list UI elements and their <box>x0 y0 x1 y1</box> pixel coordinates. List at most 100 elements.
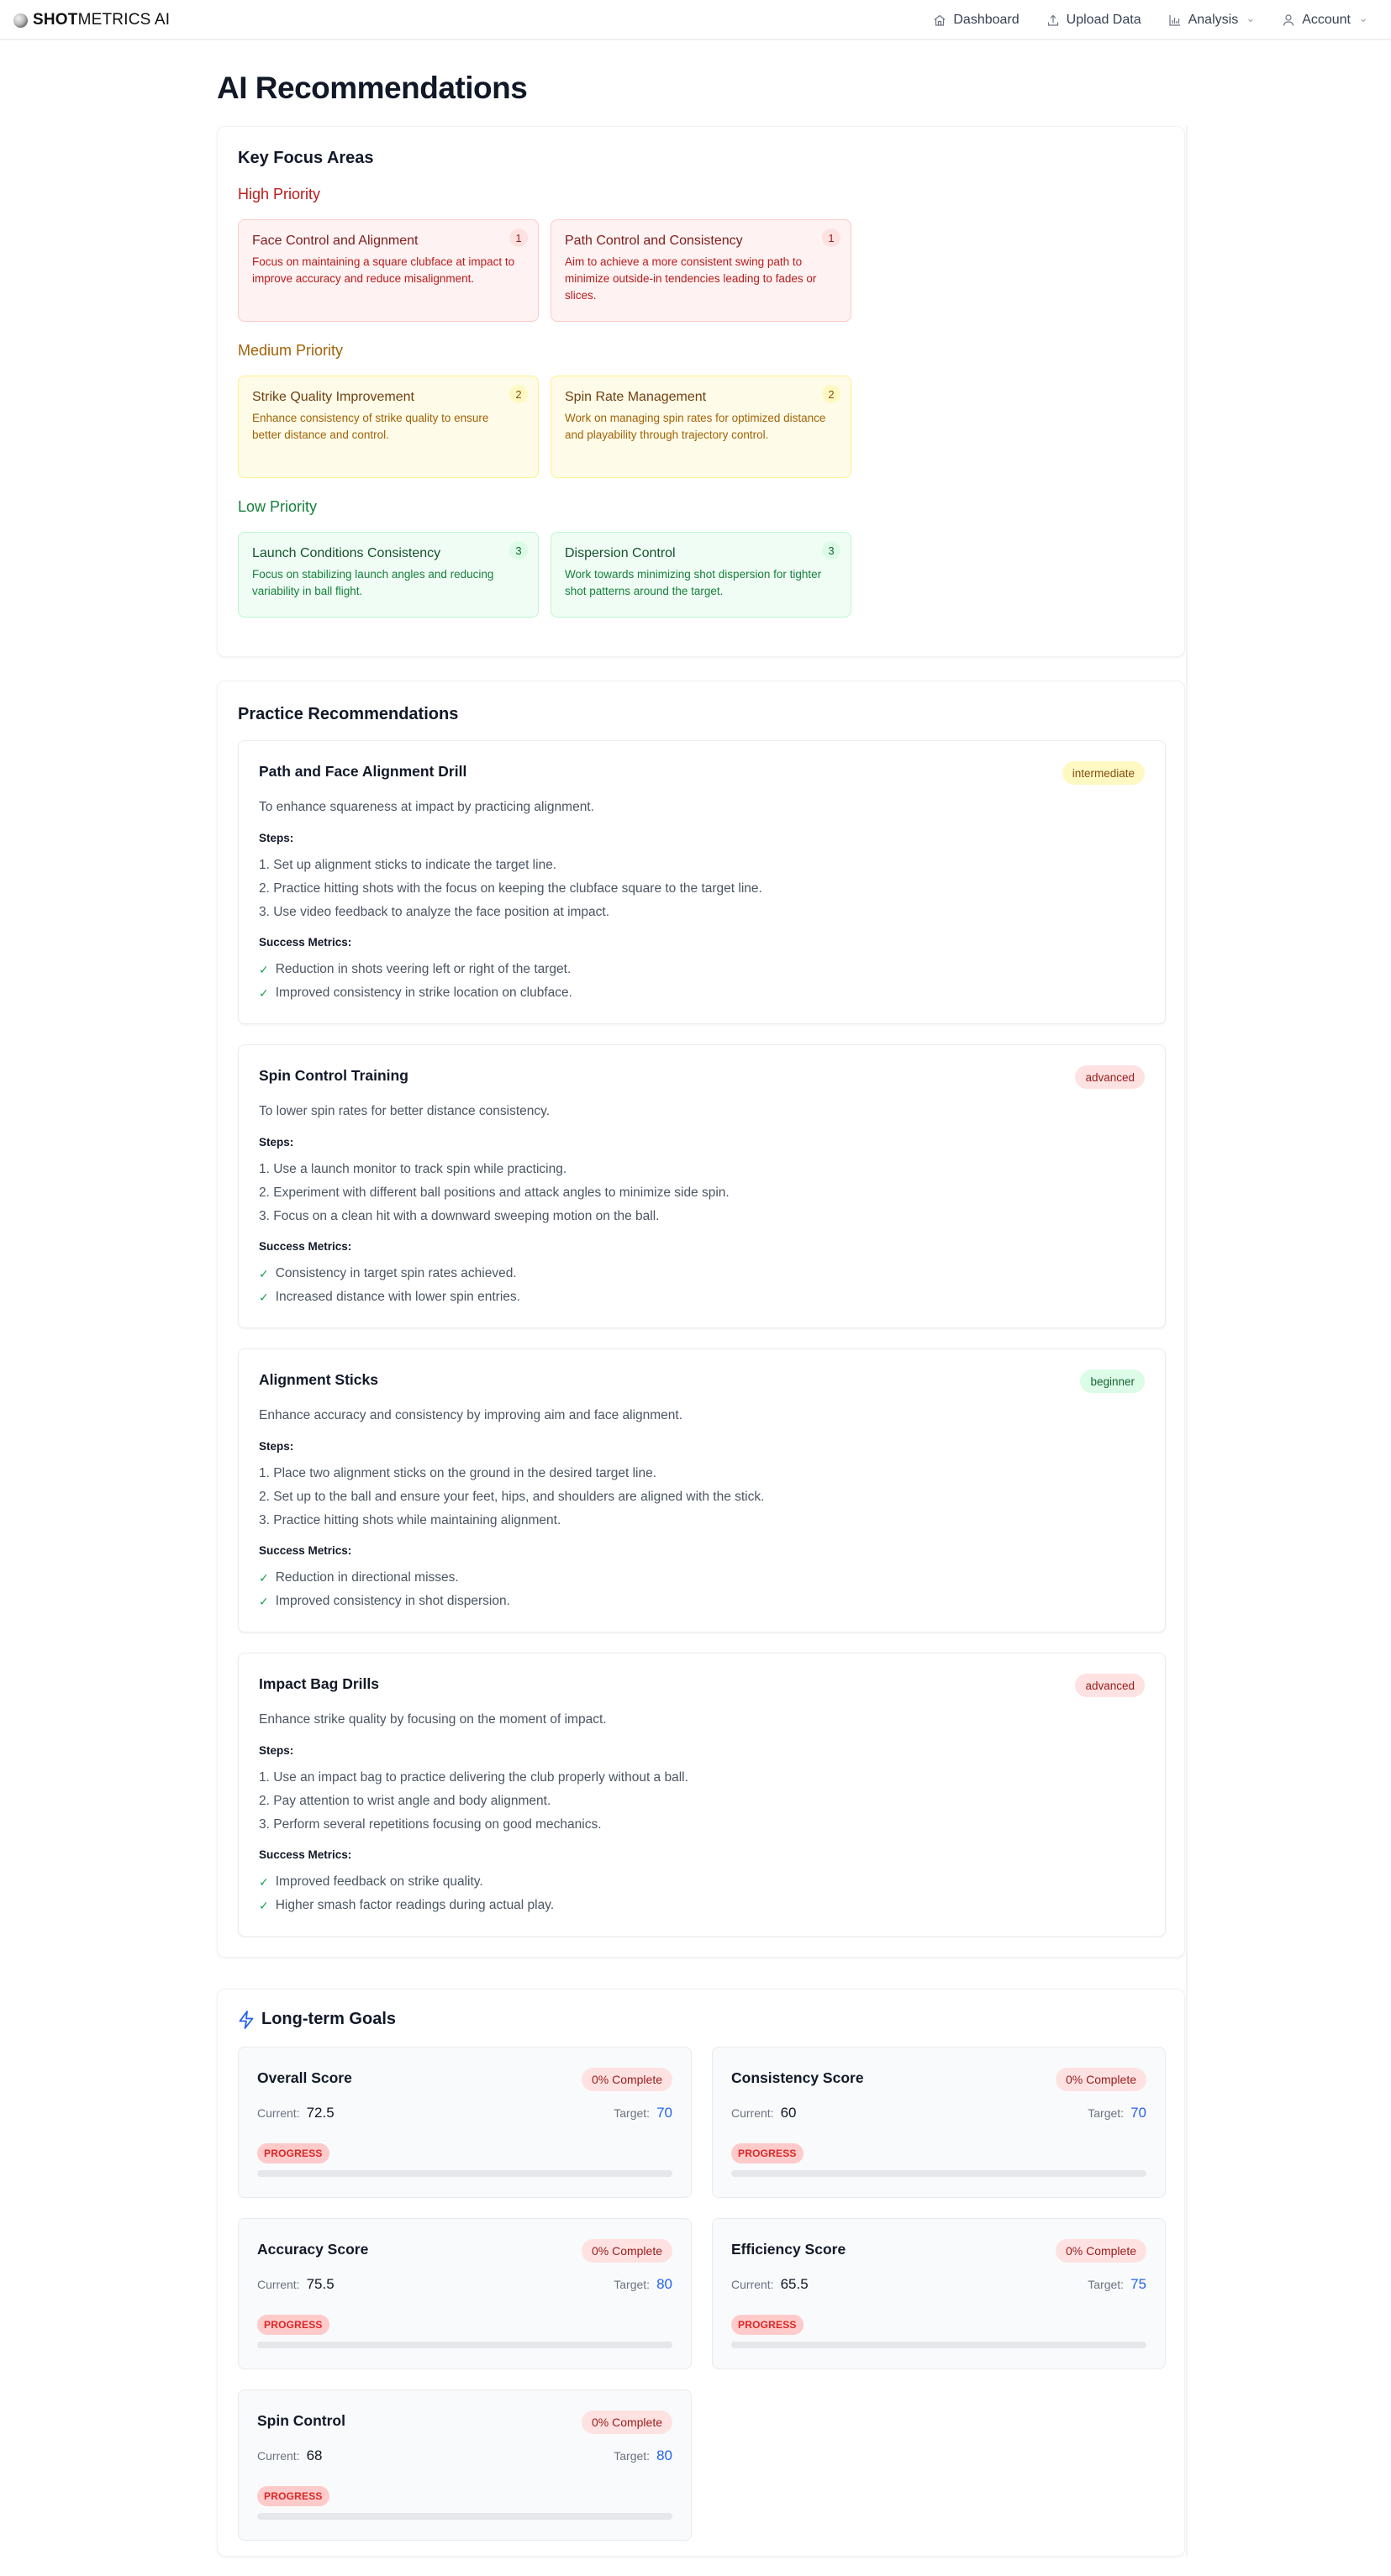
goal-card: Accuracy Score 0% Complete Current: 75.5 … <box>238 2218 692 2369</box>
completion-badge: 0% Complete <box>581 2068 672 2091</box>
goal-name: Accuracy Score <box>257 2241 369 2258</box>
drill-title: Impact Bag Drills <box>259 1675 379 1692</box>
metric-item: ✓ Improved feedback on strike quality. <box>259 1870 554 1894</box>
nav-account[interactable]: Account <box>1282 13 1367 28</box>
success-metrics-label: Success Metrics: <box>259 936 352 949</box>
current-value: 72.5 <box>306 2105 335 2121</box>
steps-list: 1. Place two alignment sticks on the gro… <box>259 1462 764 1532</box>
progress-badge: PROGRESS <box>731 2315 804 2335</box>
progress-badge: PROGRESS <box>731 2143 804 2163</box>
focus-card-title: Dispersion Control <box>565 546 676 560</box>
current-value: 65.5 <box>780 2276 809 2292</box>
current-label: Current: <box>257 2278 300 2291</box>
drill-card: Path and Face Alignment Drill intermedia… <box>238 740 1166 1024</box>
focus-card: Path Control and Consistency Aim to achi… <box>551 219 851 322</box>
completion-badge: 0% Complete <box>1055 2068 1146 2091</box>
focus-card: Launch Conditions Consistency Focus on s… <box>238 532 539 618</box>
progress-badge: PROGRESS <box>257 2315 329 2335</box>
metric-item: ✓ Improved consistency in shot dispersion… <box>259 1590 510 1613</box>
progress-bar <box>257 2342 672 2348</box>
step-item: 3. Practice hitting shots while maintain… <box>259 1513 561 1527</box>
brand-logo[interactable]: SHOTMETRICS AI <box>13 10 170 30</box>
section-heading: Practice Recommendations <box>238 705 459 723</box>
drill-card: Spin Control Training advanced To lower … <box>238 1044 1166 1328</box>
steps-label: Steps: <box>259 1440 294 1453</box>
step-item: 1. Use an impact bag to practice deliver… <box>259 1770 688 1785</box>
nav-upload-data[interactable]: Upload Data <box>1046 13 1141 28</box>
goal-card: Consistency Score 0% Complete Current: 60… <box>712 2047 1166 2198</box>
focus-card-title: Launch Conditions Consistency <box>252 546 441 560</box>
progress-badge: PROGRESS <box>257 2143 329 2163</box>
progress-bar <box>257 2170 672 2177</box>
success-metrics-label: Success Metrics: <box>259 1240 352 1253</box>
target-label: Target: <box>1088 2106 1125 2120</box>
drill-description: To enhance squareness at impact by pract… <box>259 800 594 814</box>
check-icon: ✓ <box>259 1267 269 1280</box>
metric-item: ✓ Consistency in target spin rates achiev… <box>259 1262 520 1285</box>
priority-rank-badge: 2 <box>509 385 528 403</box>
drill-card: Impact Bag Drills advanced Enhance strik… <box>238 1653 1166 1937</box>
page-title: AI Recommendations <box>217 71 528 105</box>
lightning-bolt-icon <box>239 2010 254 2029</box>
drill-description: Enhance accuracy and consistency by impr… <box>259 1408 683 1422</box>
drill-description: To lower spin rates for better distance … <box>259 1104 551 1118</box>
target-value: 75 <box>1130 2276 1146 2292</box>
focus-card-title: Strike Quality Improvement <box>252 390 414 404</box>
focus-card: Dispersion Control Work towards minimizi… <box>551 532 851 618</box>
focus-card-description: Focus on maintaining a square clubface a… <box>252 255 515 285</box>
check-icon: ✓ <box>259 963 269 976</box>
completion-badge: 0% Complete <box>1055 2239 1146 2263</box>
priority-rank-badge: 3 <box>822 541 840 560</box>
priority-label-medium: Medium Priority <box>238 342 344 359</box>
focus-card-title: Path Control and Consistency <box>565 234 743 248</box>
progress-badge: PROGRESS <box>257 2486 329 2506</box>
chevron-down-icon <box>1248 18 1254 23</box>
step-item: 3. Use video feedback to analyze the fac… <box>259 905 610 919</box>
goal-card: Overall Score 0% Complete Current: 72.5 T… <box>238 2047 692 2198</box>
top-nav: SHOTMETRICS AI Dashboard Upload Data Ana… <box>0 0 1391 40</box>
focus-card: Spin Rate Management Work on managing sp… <box>551 376 851 478</box>
nav-account-label: Account <box>1302 13 1351 27</box>
check-icon: ✓ <box>259 1875 269 1889</box>
focus-card-description: Work towards minimizing shot dispersion … <box>565 568 822 597</box>
target-label: Target: <box>614 2106 651 2120</box>
goal-name: Overall Score <box>257 2069 352 2086</box>
goal-name: Consistency Score <box>731 2069 864 2086</box>
step-item: 1. Use a launch monitor to track spin wh… <box>259 1162 567 1176</box>
step-item: 3. Perform several repetitions focusing … <box>259 1817 602 1832</box>
priority-rank-badge: 3 <box>509 541 528 560</box>
chevron-down-icon <box>1361 18 1366 23</box>
metric-item: ✓ Reduction in directional misses. <box>259 1566 510 1590</box>
drill-title: Alignment Sticks <box>259 1371 378 1388</box>
step-item: 2. Practice hitting shots with the focus… <box>259 881 762 896</box>
progress-bar <box>731 2342 1146 2348</box>
success-metrics-label: Success Metrics: <box>259 1848 352 1861</box>
priority-rank-badge: 1 <box>509 229 528 247</box>
priority-rank-badge: 1 <box>822 229 840 247</box>
difficulty-badge: intermediate <box>1062 761 1145 785</box>
golf-ball-icon <box>13 13 28 28</box>
focus-card-description: Work on managing spin rates for optimize… <box>565 412 826 441</box>
drill-card: Alignment Sticks beginner Enhance accura… <box>238 1348 1166 1632</box>
current-label: Current: <box>257 2106 300 2120</box>
nav-dashboard[interactable]: Dashboard <box>933 13 1020 28</box>
nav-analysis[interactable]: Analysis <box>1168 13 1256 28</box>
step-item: 3. Focus on a clean hit with a downward … <box>259 1209 660 1223</box>
long-term-goals-section: Long-term Goals Overall Score 0% Complet… <box>217 1989 1185 2557</box>
progress-bar <box>731 2170 1146 2177</box>
focus-card: Strike Quality Improvement Enhance consi… <box>238 376 539 478</box>
step-item: 2. Set up to the ball and ensure your fe… <box>259 1490 765 1504</box>
goal-card: Efficiency Score 0% Complete Current: 65.… <box>712 2218 1166 2369</box>
home-icon <box>934 14 946 26</box>
focus-card-title: Spin Rate Management <box>565 390 707 404</box>
current-label: Current: <box>731 2106 774 2120</box>
brand-name: SHOTMETRICS AI <box>33 11 171 29</box>
difficulty-badge: advanced <box>1075 1674 1145 1697</box>
drill-description: Enhance strike quality by focusing on th… <box>259 1712 607 1727</box>
nav-dashboard-label: Dashboard <box>953 13 1020 27</box>
success-metrics-list: ✓ Improved feedback on strike quality. ✓ H… <box>259 1870 554 1917</box>
current-value: 68 <box>306 2447 323 2463</box>
progress-bar <box>257 2513 672 2520</box>
metric-item: ✓ Improved consistency in strike location… <box>259 981 572 1005</box>
current-value: 75.5 <box>306 2276 335 2292</box>
